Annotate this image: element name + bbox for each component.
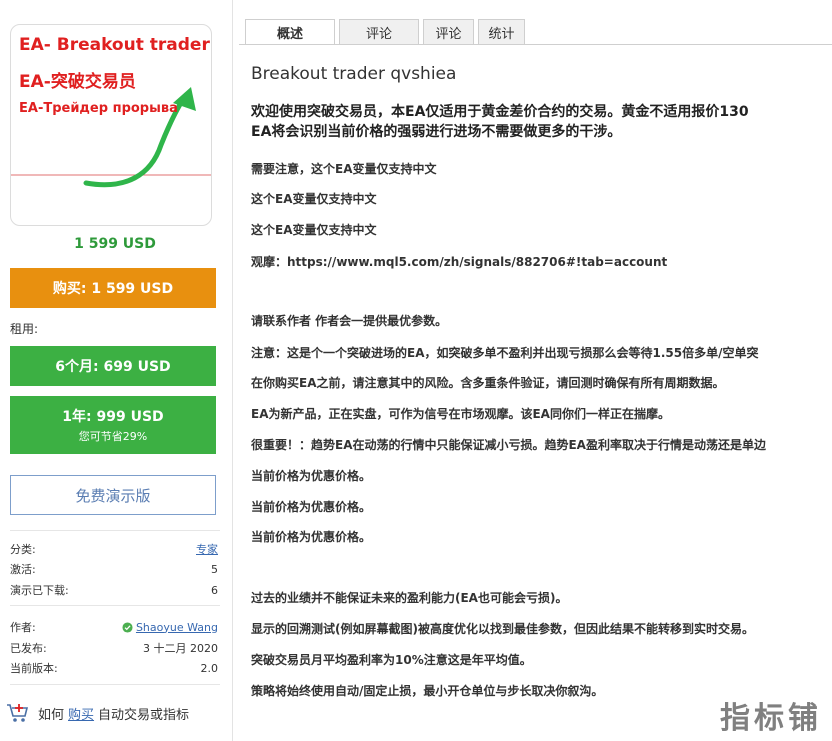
description-paragraph: 当前价格为优惠价格。: [251, 500, 372, 514]
description-paragraph: 观摩：https://www.mql5.com/zh/signals/88270…: [251, 255, 668, 269]
category-label: 分类:: [10, 543, 36, 556]
sidebar-divider: [10, 530, 220, 531]
sidebar-divider: [10, 605, 220, 606]
rent-1-year-label: 1年: 999 USD: [62, 409, 164, 425]
downloads-label: 演示已下载:: [10, 584, 69, 597]
description-paragraph: 很重要！：趋势EA在动荡的行情中只能保证减小亏损。趋势EA盈利率取决于行情是动荡…: [251, 438, 766, 452]
description-paragraph: 当前价格为优惠价格。: [251, 469, 372, 483]
info-row-category: 分类: 专家: [10, 541, 218, 557]
info-row-version: 当前版本: 2.0: [10, 660, 218, 676]
card-title-chinese: EA-突破交易员: [19, 72, 136, 92]
intro-line-1: 欢迎使用突破交易员，本EA仅适用于黄金差价合约的交易。黄金不适用报价130: [251, 104, 749, 120]
downloads-value: 6: [211, 583, 218, 597]
verified-badge-icon: [122, 621, 133, 633]
rent-1-year-savings: 您可节省29%: [78, 430, 148, 443]
tab-reviews[interactable]: 评论: [339, 19, 419, 44]
card-title-english: EA- Breakout trader: [19, 35, 210, 55]
tab-bar: 概述 评论 评论 统计: [245, 19, 525, 44]
activations-value: 5: [211, 562, 218, 576]
description-paragraph: 当前价格为优惠价格。: [251, 530, 372, 544]
info-row-published: 已发布: 3 十二月 2020: [10, 640, 218, 656]
growth-chart-icon: [11, 87, 211, 188]
intro-text: 欢迎使用突破交易员，本EA仅适用于黄金差价合约的交易。黄金不适用报价130 EA…: [251, 102, 832, 142]
tab-bar-underline: [239, 44, 832, 45]
tab-overview[interactable]: 概述: [245, 19, 335, 44]
free-demo-button[interactable]: 免费演示版: [10, 475, 216, 515]
version-label: 当前版本:: [10, 662, 58, 675]
product-price: 1 599 USD: [74, 236, 156, 252]
how-to-suffix: 自动交易或指标: [98, 707, 190, 723]
description-paragraph: 过去的业绩并不能保证未来的盈利能力(EA也可能会亏损)。: [251, 591, 568, 605]
shopping-cart-icon: [7, 704, 29, 722]
sidebar-divider: [10, 684, 220, 685]
rent-6-months-button[interactable]: 6个月: 699 USD: [10, 346, 216, 386]
info-row-downloads: 演示已下载: 6: [10, 582, 218, 598]
tab-comments[interactable]: 评论: [423, 19, 474, 44]
description-paragraph: 在你购买EA之前，请注意其中的风险。含多重条件验证，请回测时确保有所有周期数据。: [251, 376, 725, 390]
activations-label: 激活:: [10, 563, 36, 576]
rent-1-year-button[interactable]: 1年: 999 USD 您可节省29%: [10, 396, 216, 454]
card-title-russian: EA-Трейдер прорыва: [19, 101, 178, 116]
description-paragraph: 突破交易员月平均盈利率为10%注意这是年平均值。: [251, 653, 532, 667]
description-paragraph: 这个EA变量仅支持中文: [251, 223, 377, 237]
description-panel: Breakout trader qvshiea 欢迎使用突破交易员，本EA仅适用…: [251, 64, 832, 741]
description-paragraph: 这个EA变量仅支持中文: [251, 192, 377, 206]
intro-line-2: EA将会识别当前价格的强弱进行进场不需要做更多的干涉。: [251, 124, 622, 140]
description-paragraph: 注意：这是个一个突破进场的EA，如突破多单不盈利并出现亏损那么会等待1.55倍多…: [251, 346, 759, 360]
description-paragraph: 显示的回溯测试(例如屏幕截图)被高度优化以找到最佳参数，但因此结果不能转移到实时…: [251, 622, 754, 636]
version-value: 2.0: [200, 661, 219, 675]
description-paragraph: 策略将始终使用自动/固定止损，最小开仓单位与步长取决你叙沟。: [251, 684, 604, 698]
published-value: 3 十二月 2020: [143, 642, 218, 655]
author-label: 作者:: [10, 621, 36, 634]
how-to-prefix: 如何: [38, 707, 65, 723]
category-link[interactable]: 专家: [196, 541, 218, 557]
info-row-activations: 激活: 5: [10, 561, 218, 577]
buy-button[interactable]: 购买: 1 599 USD: [10, 268, 216, 308]
description-paragraph: 请联系作者 作者会一提供最优参数。: [251, 314, 448, 328]
author-link[interactable]: Shaoyue Wang: [136, 621, 218, 634]
product-title: Breakout trader qvshiea: [251, 64, 457, 84]
site-watermark: 指标铺: [720, 701, 822, 736]
how-to-buy-row: 如何 购买 自动交易或指标: [6, 702, 189, 724]
tab-statistics[interactable]: 统计: [478, 19, 525, 44]
product-sidebar: EA- Breakout trader EA-突破交易员 EA-Трейдер …: [0, 0, 233, 741]
how-to-buy-link[interactable]: 购买: [68, 704, 94, 723]
description-paragraph: 需要注意，这个EA变量仅支持中文: [251, 162, 437, 176]
product-image-card[interactable]: EA- Breakout trader EA-突破交易员 EA-Трейдер …: [10, 24, 212, 226]
rent-label: 租用:: [10, 322, 39, 336]
info-row-author: 作者: Shaoyue Wang: [10, 619, 218, 635]
description-paragraph: EA为新产品，正在实盘，可作为信号在市场观摩。该EA同你们一样正在揣摩。: [251, 407, 670, 421]
published-label: 已发布:: [10, 642, 47, 655]
author-value: Shaoyue Wang: [122, 621, 218, 634]
